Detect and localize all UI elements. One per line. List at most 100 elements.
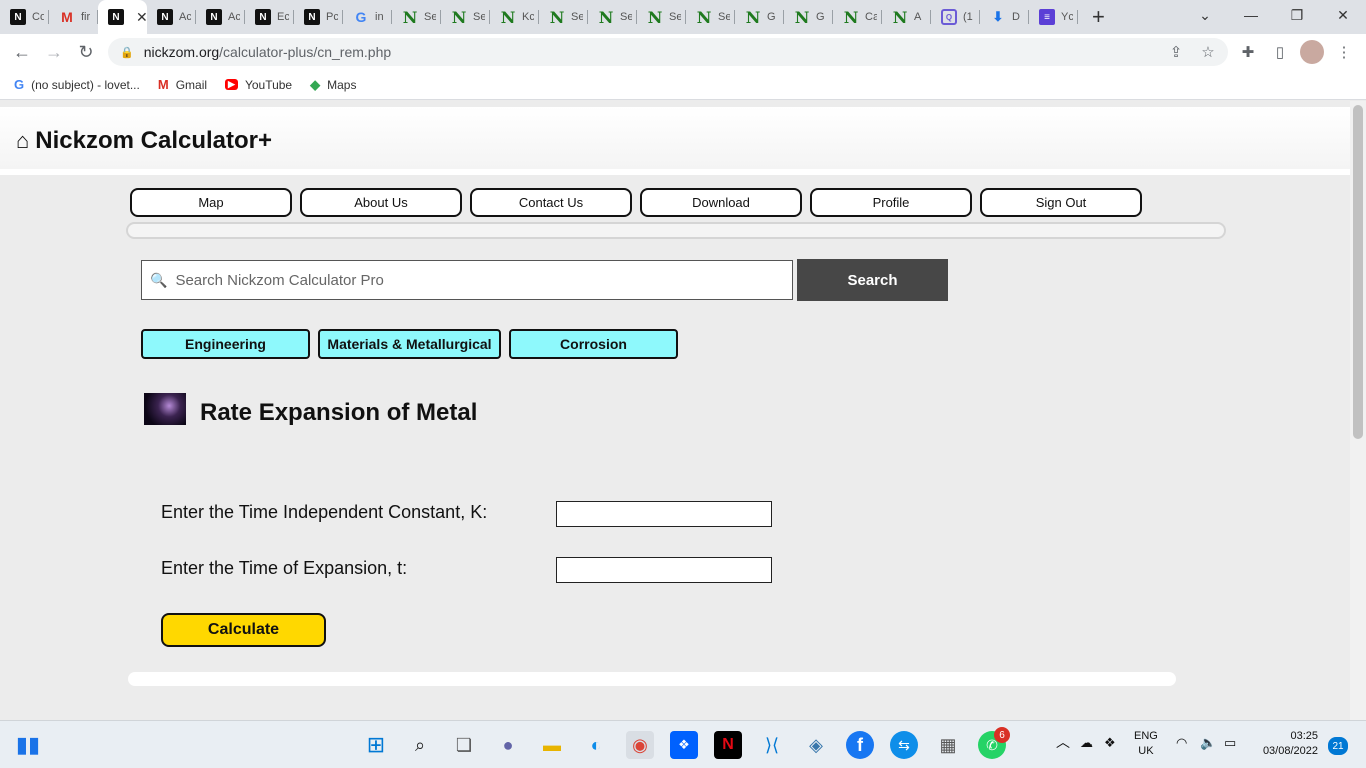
search-button[interactable]: Search xyxy=(797,259,948,301)
vscode-icon[interactable]: ⟩⟨ xyxy=(758,731,786,759)
home-icon: ⌂ xyxy=(16,128,30,153)
reload-icon[interactable]: ↻ xyxy=(72,38,100,66)
netflix-icon[interactable]: N xyxy=(714,731,742,759)
browser-tab[interactable]: Mfir xyxy=(49,0,98,34)
nickzom-icon: N xyxy=(157,9,173,25)
category-corrosion[interactable]: Corrosion xyxy=(509,329,678,359)
maps-icon: ◆ xyxy=(310,76,321,92)
calculator-icon[interactable]: ▦ xyxy=(934,731,962,759)
browser-tab[interactable]: NA xyxy=(882,0,931,34)
windows-taskbar: ▮▮ ⊞ ⌕ ❏ ● ▬ ◐ ◉ ❖ N ⟩⟨ ◈ f ⇆ ▦ ✆ 6 ︿ ☁ … xyxy=(0,720,1366,768)
url-field[interactable]: 🔒 nickzom.org/calculator-plus/cn_rem.php xyxy=(108,38,1228,66)
browser-tab[interactable]: N Kc xyxy=(490,0,539,34)
nickzom-icon: N xyxy=(10,9,26,25)
task-view-icon[interactable]: ❏ xyxy=(450,731,478,759)
chrome-icon[interactable]: ◉ xyxy=(626,731,654,759)
browser-tab[interactable]: NG xyxy=(735,0,784,34)
browser-tab[interactable]: N Ac xyxy=(196,0,245,34)
browser-tab[interactable]: ≡ Yc xyxy=(1029,0,1078,34)
web-page: ⌂ Nickzom Calculator+ Map About Us Conta… xyxy=(0,101,1350,720)
browser-tab[interactable]: N Ac xyxy=(147,0,196,34)
browser-tab[interactable]: N Pc xyxy=(294,0,343,34)
google-icon: G xyxy=(355,9,367,25)
category-engineering[interactable]: Engineering xyxy=(141,329,310,359)
top-navigation: Map About Us Contact Us Download Profile… xyxy=(130,188,1142,217)
volume-icon[interactable]: 🔈 xyxy=(1200,735,1216,750)
time-independent-constant-label: Enter the Time Independent Constant, K: xyxy=(161,502,488,522)
browser-tab[interactable]: N Co xyxy=(0,0,49,34)
clock[interactable]: 03:25 03/08/2022 xyxy=(1256,729,1318,759)
browser-tab-strip: N Co Mfir N ✕ N Ac N Ac N Ec N Pc Gin N Se N Se … xyxy=(0,0,1366,34)
nav-contact-us[interactable]: Contact Us xyxy=(470,188,632,217)
nav-map[interactable]: Map xyxy=(130,188,292,217)
facebook-icon[interactable]: f xyxy=(846,731,874,759)
extensions-icon[interactable]: ✚ xyxy=(1236,40,1260,64)
lock-icon: 🔒 xyxy=(120,46,134,59)
notification-count[interactable]: 21 xyxy=(1328,737,1348,755)
side-panel-icon[interactable]: ▯ xyxy=(1268,40,1292,64)
page-scrollbar[interactable] xyxy=(1350,101,1366,720)
edge-icon[interactable]: ◐ xyxy=(582,731,610,759)
nickzom-icon: N xyxy=(255,9,271,25)
nav-about-us[interactable]: About Us xyxy=(300,188,462,217)
minimize-icon[interactable]: — xyxy=(1228,0,1274,30)
bookmark-star-icon[interactable]: ☆ xyxy=(1196,40,1220,64)
browser-tab[interactable]: ⬇ D xyxy=(980,0,1029,34)
browser-tab[interactable]: N Ec xyxy=(245,0,294,34)
teamviewer-icon[interactable]: ⇆ xyxy=(890,731,918,759)
dropbox-icon[interactable]: ❖ xyxy=(670,731,698,759)
language-indicator[interactable]: ENG UK xyxy=(1134,729,1158,759)
browser-tab[interactable]: Q (1 xyxy=(931,0,980,34)
menu-icon[interactable]: ⋮ xyxy=(1332,40,1356,64)
browser-tab[interactable]: Gin xyxy=(343,0,392,34)
taskbar-search-icon[interactable]: ⌕ xyxy=(406,731,434,759)
chat-icon[interactable]: ● xyxy=(494,731,522,759)
browser-tab[interactable]: N Se xyxy=(588,0,637,34)
close-window-icon[interactable]: ✕ xyxy=(1320,0,1366,30)
bookmark-item[interactable]: ◆ Maps xyxy=(310,77,356,93)
nav-sign-out[interactable]: Sign Out xyxy=(980,188,1142,217)
restore-icon[interactable]: ❐ xyxy=(1274,0,1320,30)
wifi-icon[interactable]: ◠ xyxy=(1176,735,1187,750)
tab-search-icon[interactable]: ⌄ xyxy=(1182,0,1228,30)
forward-icon[interactable]: → xyxy=(40,38,68,66)
site-header: ⌂ Nickzom Calculator+ xyxy=(0,107,1350,169)
dropbox-tray-icon[interactable]: ❖ xyxy=(1104,735,1116,750)
search-icon: 🔍 xyxy=(150,271,168,288)
browser-tab-active[interactable]: N ✕ xyxy=(98,0,148,34)
nav-download[interactable]: Download xyxy=(640,188,802,217)
bookmark-item[interactable]: ▶ YouTube xyxy=(225,78,292,92)
browser-tab[interactable]: N Ca xyxy=(833,0,882,34)
file-explorer-icon[interactable]: ▬ xyxy=(538,731,566,759)
site-title[interactable]: ⌂ Nickzom Calculator+ xyxy=(16,127,272,155)
calculate-button[interactable]: Calculate xyxy=(161,613,326,647)
close-tab-icon[interactable]: ✕ xyxy=(136,9,148,26)
share-icon[interactable]: ⇪ xyxy=(1164,40,1188,64)
search-input[interactable]: 🔍 Search Nickzom Calculator Pro xyxy=(141,260,793,300)
nav-profile[interactable]: Profile xyxy=(810,188,972,217)
bookmark-item[interactable]: G (no subject) - lovet... xyxy=(14,77,140,92)
green-n-icon: N xyxy=(843,7,859,27)
back-icon[interactable]: ← xyxy=(8,38,36,66)
browser-tab[interactable]: NG xyxy=(784,0,833,34)
browser-tab[interactable]: N Se xyxy=(539,0,588,34)
browser-tab[interactable]: N Se xyxy=(637,0,686,34)
start-icon[interactable]: ⊞ xyxy=(362,731,390,759)
scrollbar-thumb[interactable] xyxy=(1353,105,1363,439)
category-materials-metallurgical[interactable]: Materials & Metallurgical xyxy=(318,329,501,359)
avatar[interactable] xyxy=(1300,40,1324,64)
python-icon[interactable]: ◈ xyxy=(802,731,830,759)
tray-overflow-icon[interactable]: ︿ xyxy=(1056,735,1070,750)
browser-tab[interactable]: N Se xyxy=(441,0,490,34)
time-of-expansion-input[interactable] xyxy=(556,557,772,583)
browser-tab[interactable]: N Se xyxy=(686,0,735,34)
gmail-icon: M xyxy=(157,77,169,92)
green-n-icon: N xyxy=(500,7,516,27)
browser-tab[interactable]: N Se xyxy=(392,0,441,34)
widgets-icon[interactable]: ▮▮ xyxy=(14,731,42,759)
onedrive-icon[interactable]: ☁ xyxy=(1080,735,1093,750)
battery-icon[interactable]: ▭ xyxy=(1224,735,1236,750)
bookmark-item[interactable]: M Gmail xyxy=(158,77,207,92)
time-independent-constant-input[interactable] xyxy=(556,501,772,527)
new-tab-button[interactable]: + xyxy=(1092,4,1105,30)
